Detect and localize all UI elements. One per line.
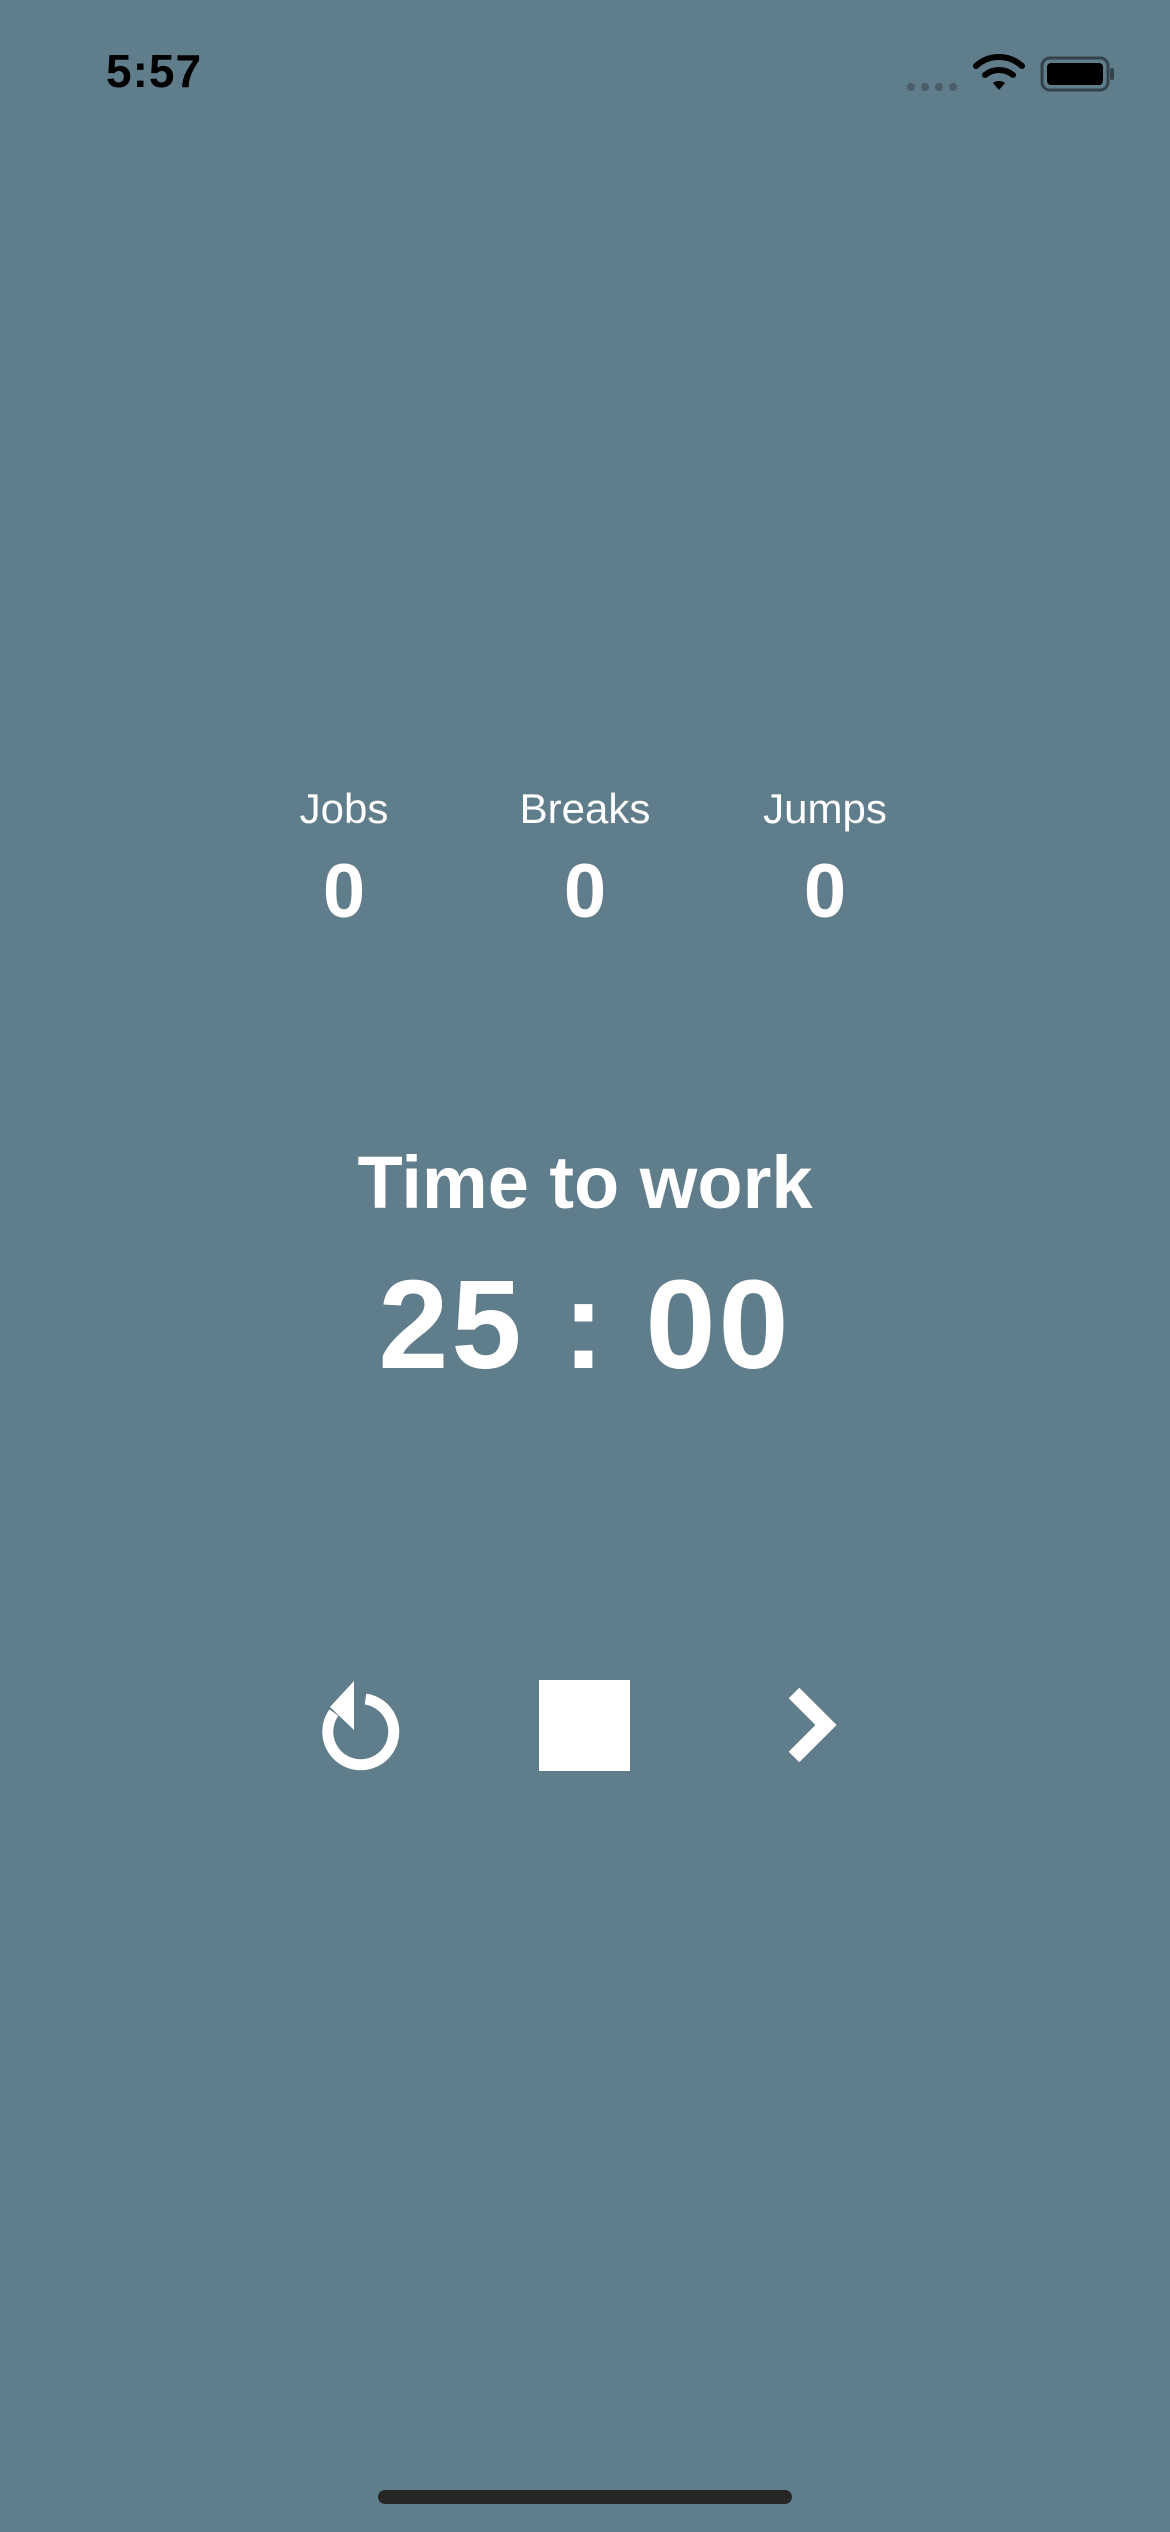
stat-breaks-label: Breaks xyxy=(519,785,651,832)
stat-breaks: Breaks 0 xyxy=(475,780,695,942)
status-bar: 5:57 xyxy=(0,0,1170,150)
stat-jobs-label: Jobs xyxy=(299,785,389,832)
stat-jobs: Jobs 0 xyxy=(234,780,454,942)
wifi-icon xyxy=(973,54,1025,90)
phase-title: Time to work xyxy=(357,1141,813,1224)
stats-row: Jobs 0 Breaks 0 Jumps 0 xyxy=(0,780,1170,940)
battery-icon xyxy=(1040,56,1114,92)
stop-button[interactable] xyxy=(520,1660,650,1790)
stat-jumps-label: Jumps xyxy=(763,785,887,832)
home-indicator[interactable] xyxy=(378,2490,792,2504)
stat-jumps-value: 0 xyxy=(803,849,847,934)
reset-button[interactable] xyxy=(292,1660,422,1790)
reset-icon xyxy=(322,1681,400,1771)
stat-jobs-value: 0 xyxy=(322,849,366,934)
status-time: 5:57 xyxy=(106,45,203,97)
stat-breaks-value: 0 xyxy=(563,849,607,934)
skip-icon xyxy=(788,1687,837,1763)
timer-controls xyxy=(0,1660,1170,1790)
skip-button[interactable] xyxy=(748,1660,878,1790)
signal-icon xyxy=(907,83,957,91)
stop-icon xyxy=(539,1680,630,1771)
stat-jumps: Jumps 0 xyxy=(715,780,935,942)
timer-display: 25 : 00 xyxy=(378,1254,792,1395)
